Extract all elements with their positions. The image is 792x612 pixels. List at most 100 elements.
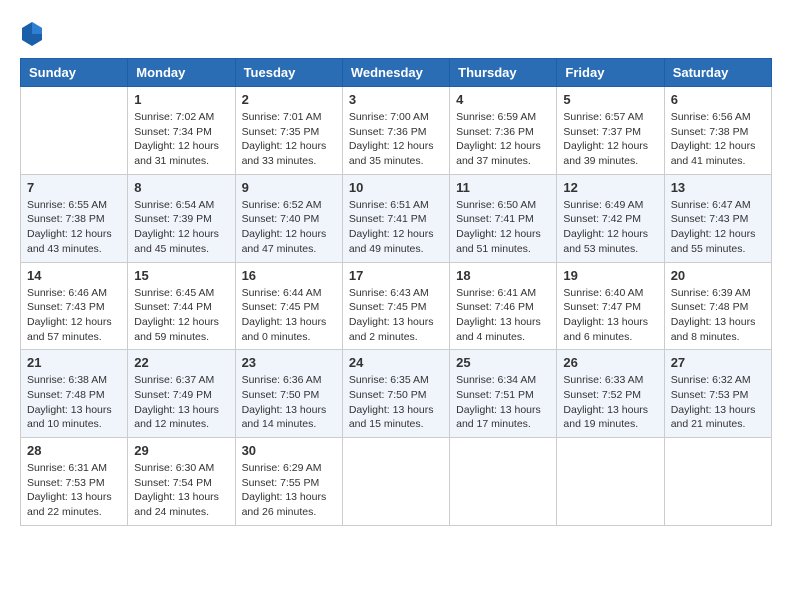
- calendar-week-row: 1 Sunrise: 7:02 AMSunset: 7:34 PMDaylight…: [21, 87, 772, 175]
- weekday-header: Friday: [557, 59, 664, 87]
- calendar-cell: 22 Sunrise: 6:37 AMSunset: 7:49 PMDayligh…: [128, 350, 235, 438]
- day-info: Sunrise: 6:29 AMSunset: 7:55 PMDaylight:…: [242, 461, 336, 520]
- day-info: Sunrise: 6:45 AMSunset: 7:44 PMDaylight:…: [134, 286, 228, 345]
- calendar-cell: 5 Sunrise: 6:57 AMSunset: 7:37 PMDaylight…: [557, 87, 664, 175]
- day-info: Sunrise: 6:50 AMSunset: 7:41 PMDaylight:…: [456, 198, 550, 257]
- day-info: Sunrise: 6:43 AMSunset: 7:45 PMDaylight:…: [349, 286, 443, 345]
- calendar-cell: 19 Sunrise: 6:40 AMSunset: 7:47 PMDayligh…: [557, 262, 664, 350]
- weekday-header: Wednesday: [342, 59, 449, 87]
- day-number: 10: [349, 180, 443, 195]
- day-info: Sunrise: 6:31 AMSunset: 7:53 PMDaylight:…: [27, 461, 121, 520]
- calendar-cell: 20Sunrise: 6:39 AMSunset: 7:48 PMDayligh…: [664, 262, 771, 350]
- calendar-cell: 14 Sunrise: 6:46 AMSunset: 7:43 PMDayligh…: [21, 262, 128, 350]
- calendar-cell: 29 Sunrise: 6:30 AMSunset: 7:54 PMDayligh…: [128, 438, 235, 526]
- calendar-cell: 4 Sunrise: 6:59 AMSunset: 7:36 PMDaylight…: [450, 87, 557, 175]
- day-number: 2: [242, 92, 336, 107]
- day-number: 29: [134, 443, 228, 458]
- day-info: Sunrise: 6:36 AMSunset: 7:50 PMDaylight:…: [242, 373, 336, 432]
- day-info: Sunrise: 6:40 AMSunset: 7:47 PMDaylight:…: [563, 286, 657, 345]
- weekday-header: Sunday: [21, 59, 128, 87]
- day-number: 22: [134, 355, 228, 370]
- calendar-cell: 24Sunrise: 6:35 AMSunset: 7:50 PMDayligh…: [342, 350, 449, 438]
- day-number: 24: [349, 355, 443, 370]
- day-info: Sunrise: 6:30 AMSunset: 7:54 PMDaylight:…: [134, 461, 228, 520]
- calendar-cell: 6 Sunrise: 6:56 AMSunset: 7:38 PMDaylight…: [664, 87, 771, 175]
- day-number: 7: [27, 180, 121, 195]
- calendar-cell: 30 Sunrise: 6:29 AMSunset: 7:55 PMDayligh…: [235, 438, 342, 526]
- calendar-cell: 2 Sunrise: 7:01 AMSunset: 7:35 PMDaylight…: [235, 87, 342, 175]
- day-number: 13: [671, 180, 765, 195]
- day-number: 9: [242, 180, 336, 195]
- day-info: Sunrise: 6:57 AMSunset: 7:37 PMDaylight:…: [563, 110, 657, 169]
- calendar-cell: [664, 438, 771, 526]
- day-number: 6: [671, 92, 765, 107]
- day-number: 1: [134, 92, 228, 107]
- logo-icon: [20, 20, 44, 48]
- calendar-header-row: SundayMondayTuesdayWednesdayThursdayFrid…: [21, 59, 772, 87]
- day-number: 3: [349, 92, 443, 107]
- day-info: Sunrise: 6:49 AMSunset: 7:42 PMDaylight:…: [563, 198, 657, 257]
- calendar-cell: 11Sunrise: 6:50 AMSunset: 7:41 PMDayligh…: [450, 174, 557, 262]
- day-number: 15: [134, 268, 228, 283]
- calendar-cell: 17 Sunrise: 6:43 AMSunset: 7:45 PMDayligh…: [342, 262, 449, 350]
- day-info: Sunrise: 6:55 AMSunset: 7:38 PMDaylight:…: [27, 198, 121, 257]
- weekday-header: Saturday: [664, 59, 771, 87]
- day-info: Sunrise: 7:02 AMSunset: 7:34 PMDaylight:…: [134, 110, 228, 169]
- day-info: Sunrise: 6:37 AMSunset: 7:49 PMDaylight:…: [134, 373, 228, 432]
- calendar-cell: 1 Sunrise: 7:02 AMSunset: 7:34 PMDaylight…: [128, 87, 235, 175]
- calendar-cell: [21, 87, 128, 175]
- calendar-cell: 23 Sunrise: 6:36 AMSunset: 7:50 PMDayligh…: [235, 350, 342, 438]
- calendar-week-row: 14 Sunrise: 6:46 AMSunset: 7:43 PMDayligh…: [21, 262, 772, 350]
- day-number: 12: [563, 180, 657, 195]
- day-info: Sunrise: 6:47 AMSunset: 7:43 PMDaylight:…: [671, 198, 765, 257]
- day-info: Sunrise: 6:38 AMSunset: 7:48 PMDaylight:…: [27, 373, 121, 432]
- calendar-cell: 26 Sunrise: 6:33 AMSunset: 7:52 PMDayligh…: [557, 350, 664, 438]
- weekday-header: Monday: [128, 59, 235, 87]
- calendar-cell: 9 Sunrise: 6:52 AMSunset: 7:40 PMDaylight…: [235, 174, 342, 262]
- day-info: Sunrise: 7:00 AMSunset: 7:36 PMDaylight:…: [349, 110, 443, 169]
- day-number: 21: [27, 355, 121, 370]
- day-number: 17: [349, 268, 443, 283]
- calendar-week-row: 28 Sunrise: 6:31 AMSunset: 7:53 PMDayligh…: [21, 438, 772, 526]
- day-number: 5: [563, 92, 657, 107]
- calendar-week-row: 21 Sunrise: 6:38 AMSunset: 7:48 PMDayligh…: [21, 350, 772, 438]
- day-info: Sunrise: 6:44 AMSunset: 7:45 PMDaylight:…: [242, 286, 336, 345]
- day-number: 4: [456, 92, 550, 107]
- day-number: 28: [27, 443, 121, 458]
- calendar-week-row: 7 Sunrise: 6:55 AMSunset: 7:38 PMDaylight…: [21, 174, 772, 262]
- calendar-cell: 16 Sunrise: 6:44 AMSunset: 7:45 PMDayligh…: [235, 262, 342, 350]
- day-number: 14: [27, 268, 121, 283]
- day-info: Sunrise: 6:56 AMSunset: 7:38 PMDaylight:…: [671, 110, 765, 169]
- day-info: Sunrise: 7:01 AMSunset: 7:35 PMDaylight:…: [242, 110, 336, 169]
- day-number: 18: [456, 268, 550, 283]
- calendar-cell: 8 Sunrise: 6:54 AMSunset: 7:39 PMDaylight…: [128, 174, 235, 262]
- day-number: 20: [671, 268, 765, 283]
- day-number: 26: [563, 355, 657, 370]
- day-number: 25: [456, 355, 550, 370]
- calendar-cell: 3 Sunrise: 7:00 AMSunset: 7:36 PMDaylight…: [342, 87, 449, 175]
- calendar-cell: [557, 438, 664, 526]
- calendar-cell: 18 Sunrise: 6:41 AMSunset: 7:46 PMDayligh…: [450, 262, 557, 350]
- weekday-header: Tuesday: [235, 59, 342, 87]
- day-info: Sunrise: 6:34 AMSunset: 7:51 PMDaylight:…: [456, 373, 550, 432]
- day-info: Sunrise: 6:46 AMSunset: 7:43 PMDaylight:…: [27, 286, 121, 345]
- calendar-cell: 12 Sunrise: 6:49 AMSunset: 7:42 PMDayligh…: [557, 174, 664, 262]
- day-info: Sunrise: 6:54 AMSunset: 7:39 PMDaylight:…: [134, 198, 228, 257]
- calendar-cell: 10Sunrise: 6:51 AMSunset: 7:41 PMDayligh…: [342, 174, 449, 262]
- calendar-cell: 21 Sunrise: 6:38 AMSunset: 7:48 PMDayligh…: [21, 350, 128, 438]
- day-number: 23: [242, 355, 336, 370]
- day-info: Sunrise: 6:33 AMSunset: 7:52 PMDaylight:…: [563, 373, 657, 432]
- day-info: Sunrise: 6:41 AMSunset: 7:46 PMDaylight:…: [456, 286, 550, 345]
- weekday-header: Thursday: [450, 59, 557, 87]
- day-info: Sunrise: 6:52 AMSunset: 7:40 PMDaylight:…: [242, 198, 336, 257]
- calendar-cell: 25 Sunrise: 6:34 AMSunset: 7:51 PMDayligh…: [450, 350, 557, 438]
- day-number: 16: [242, 268, 336, 283]
- day-number: 8: [134, 180, 228, 195]
- day-info: Sunrise: 6:59 AMSunset: 7:36 PMDaylight:…: [456, 110, 550, 169]
- day-number: 30: [242, 443, 336, 458]
- day-number: 19: [563, 268, 657, 283]
- calendar-cell: 15 Sunrise: 6:45 AMSunset: 7:44 PMDayligh…: [128, 262, 235, 350]
- calendar-cell: 7 Sunrise: 6:55 AMSunset: 7:38 PMDaylight…: [21, 174, 128, 262]
- calendar-cell: 27Sunrise: 6:32 AMSunset: 7:53 PMDayligh…: [664, 350, 771, 438]
- calendar-cell: [342, 438, 449, 526]
